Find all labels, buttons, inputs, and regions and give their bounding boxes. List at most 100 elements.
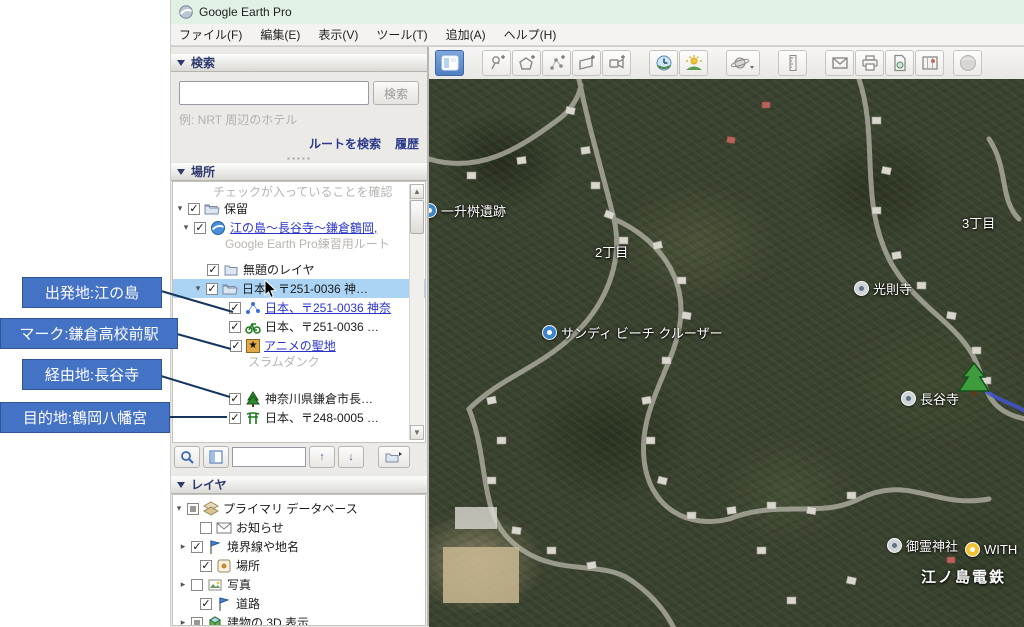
places-filter-input[interactable] [232, 447, 306, 467]
tree-row-temporary[interactable]: ▾ ✓ 保留 [173, 199, 425, 218]
layer-row-photos[interactable]: ▸ 写真 [173, 575, 425, 594]
toggle-columns-button[interactable] [203, 446, 229, 468]
checkbox-partial[interactable] [191, 617, 203, 627]
tree-row-hasedera[interactable]: ✓ 神奈川県鎌倉市長… [173, 389, 425, 408]
map-label-goryo-shrine[interactable]: 御霊神社 [887, 536, 958, 555]
menu-file[interactable]: ファイル(F) [179, 26, 242, 43]
sidebar-toggle-button[interactable] [435, 50, 464, 76]
map-label-sandy-beach-cruiser[interactable]: サンディ ビーチ クルーザー [542, 323, 723, 342]
menu-tools[interactable]: ツール(T) [376, 26, 427, 43]
layer-row-label: 道路 [236, 595, 260, 612]
checkbox-checked[interactable]: ✓ [194, 222, 206, 234]
checkbox-checked[interactable]: ✓ [188, 203, 200, 215]
view-in-google-maps-button[interactable] [915, 50, 944, 76]
ruler-button[interactable] [778, 50, 807, 76]
search-in-places-button[interactable] [174, 446, 200, 468]
menu-edit[interactable]: 編集(E) [260, 26, 300, 43]
panel-splitter[interactable] [171, 154, 427, 162]
search-panel: 検索 例: NRT 周辺のホテル ルートを検索 履歴 [171, 72, 427, 154]
places-panel-header[interactable]: 場所 [171, 162, 427, 181]
checkbox-unchecked[interactable] [191, 579, 203, 591]
checkbox-checked[interactable]: ✓ [230, 340, 242, 352]
historical-imagery-button[interactable] [649, 50, 678, 76]
expander-icon[interactable]: ▾ [176, 203, 184, 214]
poi-circle-icon[interactable] [887, 538, 902, 553]
print-button[interactable] [855, 50, 884, 76]
checkbox-checked[interactable]: ✓ [200, 560, 212, 572]
tree-row-route-document[interactable]: ▾ ✓ 江の島〜長谷寺〜鎌倉鶴岡, [173, 218, 425, 237]
search-button[interactable]: 検索 [373, 81, 419, 105]
poi-circle-icon[interactable] [854, 281, 869, 296]
expander-icon[interactable]: ▾ [194, 283, 202, 294]
checkbox-checked[interactable]: ✓ [206, 283, 218, 295]
tree-row-route[interactable]: ✓ 日本、〒251-0036 神奈 [173, 298, 425, 317]
tree-row-link[interactable]: 江の島〜長谷寺〜鎌倉鶴岡, [230, 219, 377, 236]
checkbox-checked[interactable]: ✓ [191, 541, 203, 553]
map-label-with[interactable]: WITH [965, 542, 1017, 557]
scroll-up-button[interactable]: ▲ [410, 184, 424, 199]
expander-icon[interactable]: ▾ [182, 222, 190, 233]
add-polygon-button[interactable] [512, 50, 541, 76]
record-tour-button[interactable] [602, 50, 631, 76]
tree-row-link[interactable]: 日本、〒251-0036 神奈 [265, 299, 391, 316]
add-image-overlay-button[interactable] [572, 50, 601, 76]
checkbox-unchecked[interactable] [200, 522, 212, 534]
checkbox-checked[interactable]: ✓ [200, 598, 212, 610]
expander-icon[interactable]: ▸ [179, 579, 187, 590]
layer-row-primary-database[interactable]: ▾ プライマリ データベース [173, 499, 425, 518]
poi-circle-icon[interactable] [542, 325, 557, 340]
poi-circle-icon[interactable] [901, 391, 916, 406]
sunlight-button[interactable] [679, 50, 708, 76]
layer-row-borders-labels[interactable]: ▸ ✓ 境界線や地名 [173, 537, 425, 556]
tree-row-label: 日本、〒251-0036 … [265, 318, 379, 335]
scrollbar-thumb[interactable] [410, 200, 424, 234]
add-path-button[interactable] [542, 50, 571, 76]
layer-row-3d-buildings[interactable]: ▸ 建物の 3D 表示 [173, 613, 425, 626]
flag-icon [207, 539, 223, 555]
history-link[interactable]: 履歴 [395, 135, 419, 152]
map-view[interactable]: 一升桝遺跡 2丁目 3丁目 光則寺 サンディ ビーチ クルーザー [429, 79, 1024, 627]
move-up-button[interactable]: ↑ [309, 446, 335, 468]
layer-row-roads[interactable]: ✓ 道路 [173, 594, 425, 613]
map-label-isshomasu[interactable]: 一升桝遺跡 [429, 201, 506, 220]
expander-icon[interactable]: ▾ [175, 503, 183, 514]
waypoint-tree-marker-icon[interactable] [955, 361, 993, 399]
callout-start-label: 出発地:江の島 [45, 282, 139, 303]
menu-help[interactable]: ヘルプ(H) [504, 26, 557, 43]
tree-row-untitled-layer[interactable]: ✓ 無題のレイヤ [173, 260, 425, 279]
add-placemark-button[interactable] [482, 50, 511, 76]
map-label-kosokuji[interactable]: 光則寺 [854, 279, 912, 298]
scroll-down-button[interactable]: ▼ [410, 425, 424, 440]
checkbox-checked[interactable]: ✓ [207, 264, 219, 276]
poi-circle-icon[interactable] [965, 542, 980, 557]
move-down-button[interactable]: ↓ [338, 446, 364, 468]
checkbox-partial[interactable] [187, 503, 199, 515]
search-panel-header[interactable]: 検索 [171, 53, 427, 72]
save-image-button[interactable] [885, 50, 914, 76]
tree-row-hachimangu[interactable]: ✓ 日本、〒248-0005 … [173, 408, 425, 427]
tree-row-anime-spot[interactable]: ✓ ★ アニメの聖地 [173, 336, 425, 355]
get-directions-link[interactable]: ルートを検索 [309, 135, 381, 152]
layer-row-announcements[interactable]: お知らせ [173, 518, 425, 537]
planet-switch-button[interactable] [726, 50, 760, 76]
folder-actions-button[interactable] [378, 446, 410, 468]
search-input[interactable] [179, 81, 369, 105]
checkbox-checked[interactable]: ✓ [229, 302, 241, 314]
map-label-hasedera[interactable]: 長谷寺 [901, 389, 959, 408]
expander-icon[interactable]: ▸ [179, 617, 187, 626]
expander-icon[interactable]: ▸ [179, 541, 187, 552]
tree-row-bike-placemark[interactable]: ✓ 日本、〒251-0036 … [173, 317, 425, 336]
menu-view[interactable]: 表示(V) [318, 26, 358, 43]
email-button[interactable] [825, 50, 854, 76]
poi-circle-icon[interactable] [429, 203, 437, 218]
checkbox-checked[interactable]: ✓ [229, 412, 241, 424]
layers-panel-header[interactable]: レイヤ [171, 475, 427, 494]
checkbox-checked[interactable]: ✓ [229, 393, 241, 405]
tree-row-directions-folder-selected[interactable]: ▾ ✓ 日本、〒251-0036 神… [173, 279, 425, 298]
tree-row-link[interactable]: アニメの聖地 [264, 337, 336, 354]
places-scrollbar[interactable]: ▲ ▼ [409, 184, 424, 440]
menu-add[interactable]: 追加(A) [446, 26, 486, 43]
layer-row-places[interactable]: ✓ 場所 [173, 556, 425, 575]
checkbox-checked[interactable]: ✓ [229, 321, 241, 333]
globe-button[interactable] [953, 50, 982, 76]
